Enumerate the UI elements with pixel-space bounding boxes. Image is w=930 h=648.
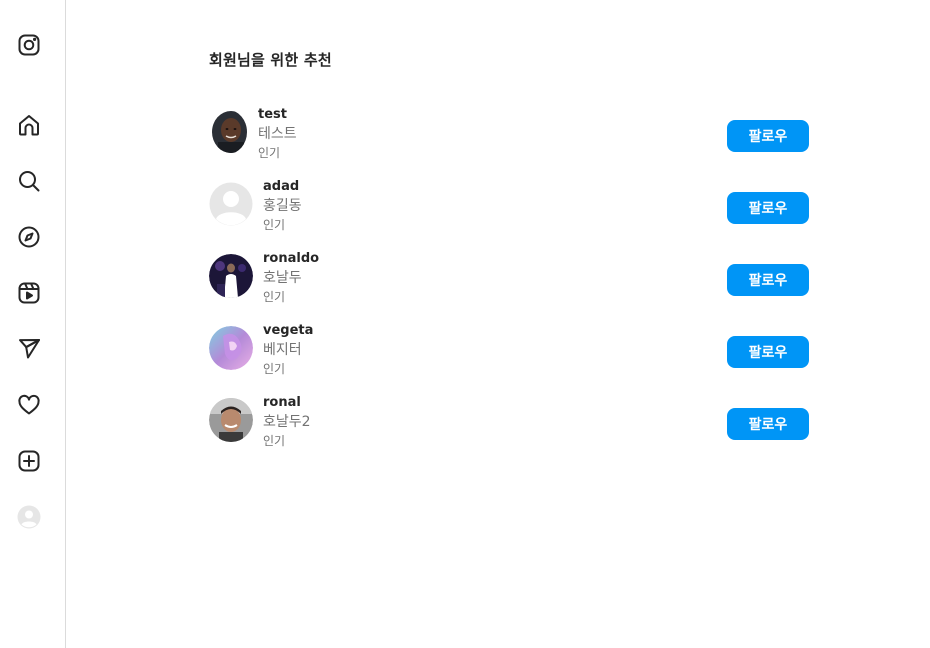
follow-button[interactable]: 팔로우 xyxy=(727,408,809,440)
follow-button[interactable]: 팔로우 xyxy=(727,120,809,152)
suggestion-subtitle: 인기 xyxy=(263,434,286,448)
search-icon[interactable] xyxy=(15,167,43,195)
follow-button[interactable]: 팔로우 xyxy=(727,264,809,296)
suggestion-row: test 테스트 인기 팔로우 xyxy=(209,106,809,166)
follow-button[interactable]: 팔로우 xyxy=(727,336,809,368)
main-content: 회원님을 위한 추천 test 테스트 인기 팔로우 adad 홍길동 인기 팔… xyxy=(66,0,930,648)
avatar[interactable] xyxy=(209,254,253,298)
home-icon[interactable] xyxy=(15,111,43,139)
username[interactable]: adad xyxy=(263,178,302,196)
avatar[interactable] xyxy=(209,182,253,226)
profile-avatar-icon[interactable] xyxy=(15,503,43,531)
suggestion-subtitle: 인기 xyxy=(263,362,286,376)
suggestion-row: ronal 호날두2 인기 팔로우 xyxy=(209,394,809,454)
full-name: 테스트 xyxy=(258,126,297,142)
suggestion-subtitle: 인기 xyxy=(258,146,281,160)
avatar[interactable] xyxy=(209,110,247,154)
create-plus-icon[interactable] xyxy=(15,447,43,475)
suggestion-subtitle: 인기 xyxy=(263,290,286,304)
full-name: 호날두2 xyxy=(263,414,311,430)
reels-icon[interactable] xyxy=(15,279,43,307)
suggestions-title: 회원님을 위한 추천 xyxy=(209,51,332,69)
full-name: 홍길동 xyxy=(263,198,302,214)
username[interactable]: test xyxy=(258,106,297,124)
username[interactable]: vegeta xyxy=(263,322,313,340)
avatar[interactable] xyxy=(209,326,253,370)
full-name: 호날두 xyxy=(263,270,302,286)
follow-button[interactable]: 팔로우 xyxy=(727,192,809,224)
explore-icon[interactable] xyxy=(15,223,43,251)
suggestion-row: adad 홍길동 인기 팔로우 xyxy=(209,178,809,238)
suggestion-subtitle: 인기 xyxy=(263,218,286,232)
full-name: 베지터 xyxy=(263,342,302,358)
suggestion-row: ronaldo 호날두 인기 팔로우 xyxy=(209,250,809,310)
username[interactable]: ronal xyxy=(263,394,311,412)
notifications-heart-icon[interactable] xyxy=(15,391,43,419)
sidebar xyxy=(0,0,66,648)
avatar[interactable] xyxy=(209,398,253,442)
instagram-logo-icon[interactable] xyxy=(15,31,43,59)
suggestion-row: vegeta 베지터 인기 팔로우 xyxy=(209,322,809,382)
messages-icon[interactable] xyxy=(15,335,43,363)
username[interactable]: ronaldo xyxy=(263,250,319,268)
